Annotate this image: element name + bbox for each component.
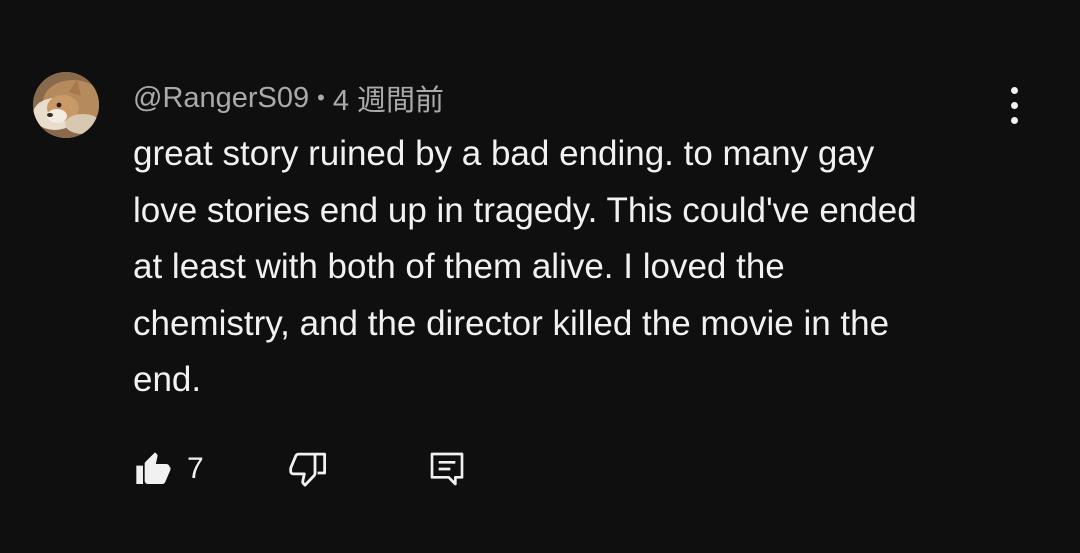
author-name[interactable]: @RangerS09	[133, 82, 309, 115]
reply-comment-icon	[430, 452, 464, 486]
more-vert-icon-dot	[1010, 101, 1018, 109]
comment: @RangerS09 • 4 週間前 great story ruined by…	[0, 0, 1080, 553]
thumbs-down-icon	[289, 452, 327, 487]
comment-text: great story ruined by a bad ending. to m…	[133, 134, 917, 399]
comment-meta: @RangerS09 • 4 週間前	[133, 78, 444, 118]
like-count: 7	[187, 452, 204, 485]
comment-timestamp[interactable]: 4 週間前	[333, 77, 444, 119]
more-vert-icon-dot	[1010, 116, 1018, 124]
avatar[interactable]	[33, 72, 99, 138]
more-actions-button[interactable]	[996, 82, 1032, 128]
thumbs-up-icon	[136, 452, 171, 484]
like-button[interactable]: 7	[133, 446, 204, 492]
reply-button[interactable]	[427, 446, 467, 492]
dog-avatar-image	[33, 72, 99, 138]
meta-separator: •	[317, 85, 325, 110]
dislike-button[interactable]	[287, 446, 329, 492]
more-vert-icon-dot	[1010, 86, 1018, 94]
